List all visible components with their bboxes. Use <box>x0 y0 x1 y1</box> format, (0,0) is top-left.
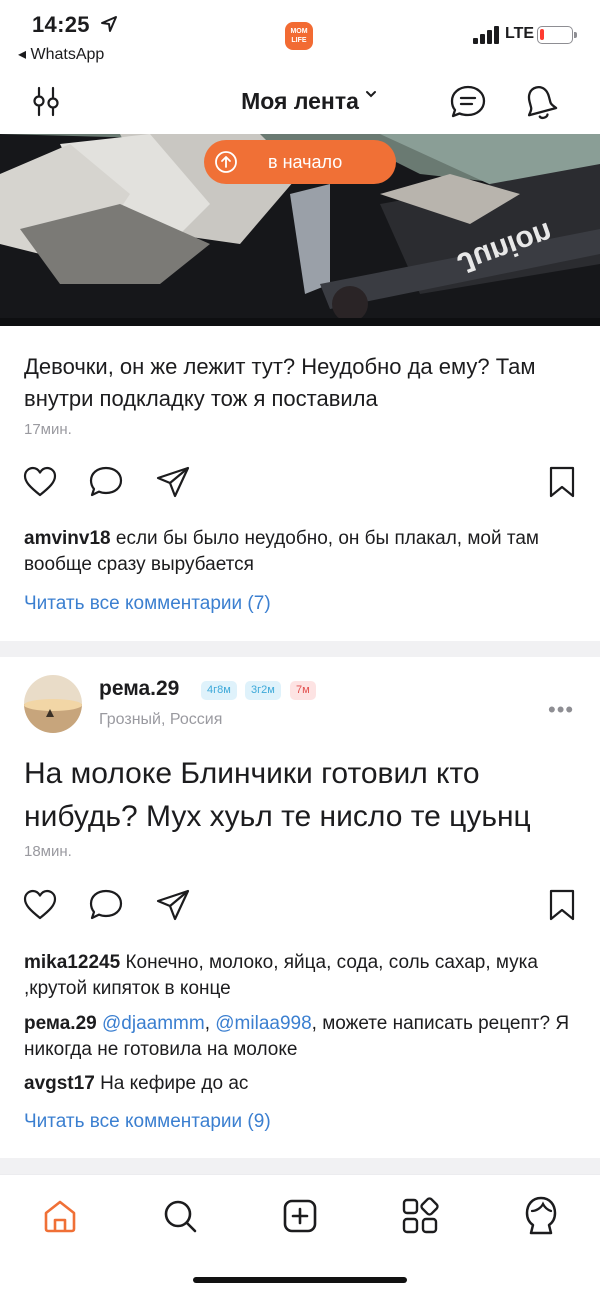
post-time: 17мин. <box>24 421 72 438</box>
status-time: 14:25 <box>32 12 90 37</box>
comment-icon[interactable] <box>88 465 124 499</box>
author-location: Грозный, Россия <box>99 711 223 728</box>
messages-icon[interactable] <box>449 84 487 120</box>
read-all-comments-link[interactable]: Читать все комментарии (9) <box>24 1111 271 1133</box>
comment-item: mika12245 Конечно, молоко, яйца, сода, с… <box>24 950 584 1002</box>
avatar[interactable] <box>24 675 82 733</box>
battery-icon <box>537 26 577 44</box>
mention-link[interactable]: @djaammm <box>102 1013 205 1034</box>
location-arrow-icon <box>101 16 117 32</box>
post-text: На молоке Блинчики готовил кто нибудь? М… <box>24 757 531 833</box>
post-text: Девочки, он же лежит тут? Неудобно да ем… <box>24 354 536 411</box>
back-to-app-link[interactable]: ◂ WhatsApp <box>18 44 104 64</box>
feed-selector[interactable]: Моя лента <box>0 88 600 115</box>
bookmark-icon[interactable] <box>548 888 576 922</box>
search-icon[interactable] <box>161 1197 199 1235</box>
arrow-up-circle-icon <box>215 151 237 173</box>
scroll-to-top-label: в начало <box>268 151 343 172</box>
more-options-icon[interactable]: ••• <box>548 697 574 723</box>
page-title: Моя лента <box>241 88 359 114</box>
read-all-comments-link[interactable]: Читать все комментарии (7) <box>24 593 271 615</box>
add-post-icon[interactable] <box>281 1197 319 1235</box>
child-age-badge: 3г2м <box>245 681 281 700</box>
bookmark-icon[interactable] <box>548 465 576 499</box>
child-age-badge: 7м <box>290 681 316 700</box>
comment-username[interactable]: avgst17 <box>24 1073 95 1094</box>
app-logo: MOM LIFE <box>285 22 313 50</box>
comment-icon[interactable] <box>88 888 124 922</box>
like-icon[interactable] <box>22 465 58 499</box>
post-time: 18мин. <box>24 843 72 860</box>
author-name[interactable]: рема.29 <box>99 677 179 701</box>
network-type: LTE <box>505 25 535 42</box>
chevron-down-icon <box>365 91 376 98</box>
feed-header: Моя лента <box>0 70 600 134</box>
notifications-icon[interactable] <box>522 82 558 122</box>
comment-item: amvinv18 если бы было неудобно, он бы пл… <box>24 526 584 578</box>
comment-text: На кефире до ас <box>100 1073 249 1094</box>
post-separator <box>0 1158 600 1174</box>
status-bar: 14:25 ◂ WhatsApp MOM LIFE LTE <box>0 0 600 70</box>
share-icon[interactable] <box>155 465 191 499</box>
scroll-to-top-button[interactable]: в начало <box>204 140 396 184</box>
signal-icon <box>473 26 499 44</box>
child-age-badge: 4г8м <box>201 681 237 700</box>
share-icon[interactable] <box>155 888 191 922</box>
post-separator <box>0 641 600 657</box>
comment-username[interactable]: amvinv18 <box>24 528 111 549</box>
services-icon[interactable] <box>401 1197 439 1235</box>
comment-username[interactable]: рема.29 <box>24 1013 97 1034</box>
profile-icon[interactable] <box>521 1195 561 1237</box>
comment-item: avgst17 На кефире до ас <box>24 1071 584 1097</box>
home-indicator[interactable] <box>193 1277 407 1283</box>
comment-separator: , <box>204 1013 216 1034</box>
like-icon[interactable] <box>22 888 58 922</box>
home-icon[interactable] <box>41 1197 79 1235</box>
comment-username[interactable]: mika12245 <box>24 952 120 973</box>
mention-link[interactable]: @milaa998 <box>215 1013 311 1034</box>
comment-item: рема.29 @djaammm, @milaa998, можете напи… <box>24 1011 584 1063</box>
